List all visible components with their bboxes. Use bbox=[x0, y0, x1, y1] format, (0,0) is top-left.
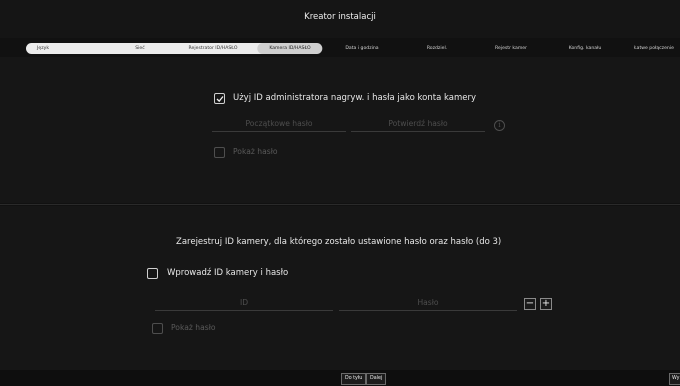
exit-button[interactable]: Wy bbox=[669, 373, 680, 385]
setup-wizard-window: Kreator instalacji Język Sieć Rejestrato… bbox=[0, 0, 680, 386]
step-language[interactable]: Język bbox=[37, 43, 49, 54]
camera-id-field[interactable]: ID bbox=[155, 296, 333, 311]
next-button[interactable]: Dalej bbox=[366, 373, 387, 385]
step-date-time[interactable]: Data i godzina bbox=[345, 43, 378, 54]
title-bar: Kreator instalacji bbox=[0, 0, 680, 38]
window-title: Kreator instalacji bbox=[304, 12, 376, 22]
step-camera-id-password[interactable]: Kamera ID/HASŁO bbox=[257, 43, 323, 54]
initial-password-field[interactable]: Początkowe hasło bbox=[212, 117, 346, 132]
show-password-label: Pokaż hasło bbox=[233, 147, 278, 156]
step-network[interactable]: Sieć bbox=[135, 43, 145, 54]
use-admin-label: Użyj ID administratora nagryw. i hasła j… bbox=[233, 93, 476, 103]
section-divider bbox=[0, 204, 680, 205]
remove-camera-button[interactable]: − bbox=[524, 298, 536, 310]
use-admin-checkbox[interactable] bbox=[214, 93, 225, 104]
step-recorder-id-password[interactable]: Rejestrator ID/HASŁO bbox=[189, 43, 238, 54]
camera-show-password-label: Pokaż hasło bbox=[171, 323, 216, 332]
step-easy-connection[interactable]: Łatwe połączenie bbox=[634, 43, 674, 54]
step-channel-config[interactable]: Konfig. kanału bbox=[569, 43, 602, 54]
camera-account-panel bbox=[0, 206, 680, 370]
confirm-password-field[interactable]: Potwierdź hasło bbox=[351, 117, 485, 132]
camera-password-field[interactable]: Hasło bbox=[339, 296, 517, 311]
camera-section-heading: Zarejestruj ID kamery, dla którego zosta… bbox=[176, 237, 502, 247]
show-password-checkbox[interactable] bbox=[214, 147, 225, 158]
step-camera-registration[interactable]: Rejestr kamer bbox=[495, 43, 527, 54]
back-button[interactable]: Do tyłu bbox=[341, 373, 367, 385]
wizard-steps: Język Sieć Rejestrator ID/HASŁO Kamera I… bbox=[26, 43, 680, 55]
wizard-footer: Do tyłu Dalej Wy bbox=[0, 370, 680, 386]
camera-show-password-checkbox[interactable] bbox=[152, 323, 163, 334]
enter-camera-id-label: Wprowadź ID kamery i hasło bbox=[167, 268, 289, 278]
checkmark-icon bbox=[216, 96, 224, 103]
add-camera-button[interactable]: + bbox=[540, 298, 552, 310]
info-icon[interactable]: i bbox=[494, 120, 505, 131]
step-resolution[interactable]: Rozdziel. bbox=[427, 43, 447, 54]
enter-camera-id-checkbox[interactable] bbox=[147, 268, 158, 279]
